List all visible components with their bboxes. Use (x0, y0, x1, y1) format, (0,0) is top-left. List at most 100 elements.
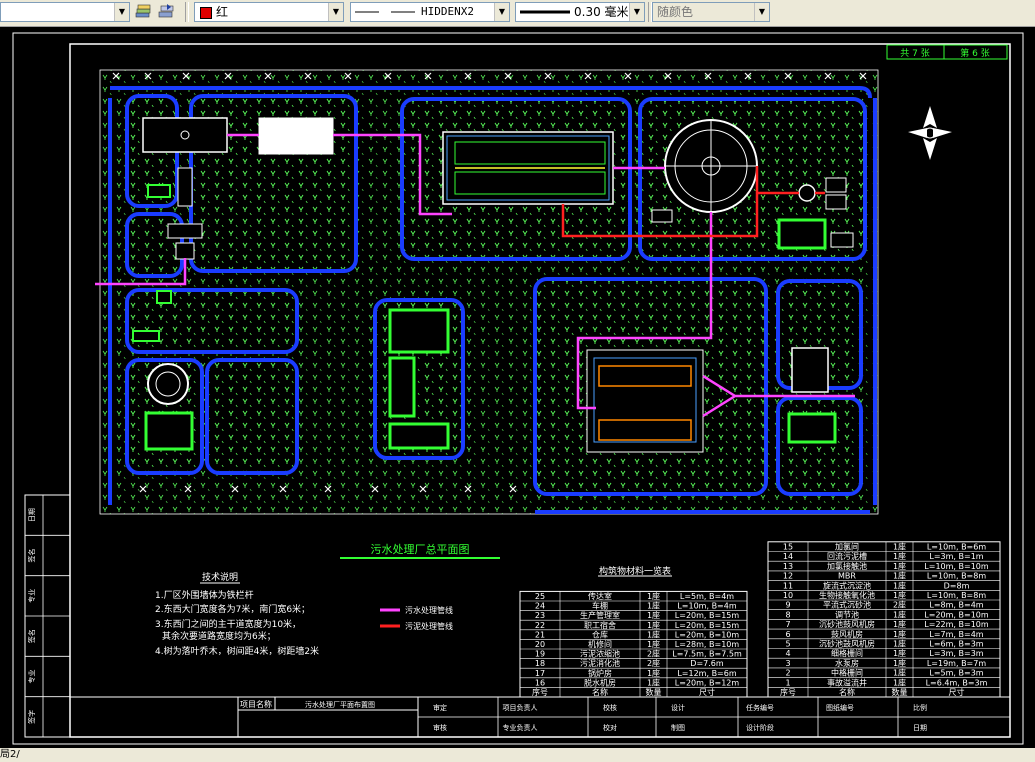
linetype-value: HIDDENX2 (421, 5, 474, 18)
status-text: 局2/ (0, 749, 20, 760)
table-cell: 仓库 (592, 629, 608, 639)
table-header-cell: 数量 (892, 687, 908, 697)
lineweight-sample-icon (520, 10, 570, 14)
table-header-cell: 名称 (592, 687, 608, 697)
table-cell: 职工宿舍 (584, 620, 616, 630)
materials-table-right: 15 加氯间 1座 L=10m, B=6m14 回流污泥槽 1座 L=3m, B=1m13 加… (767, 541, 1001, 698)
sheet-total: 共 7 张 (900, 48, 929, 59)
table-cell: 19 (535, 650, 545, 659)
table-cell: L=10m, B=8m (927, 591, 987, 600)
plotstyle-value: 随颜色 (657, 5, 694, 19)
title-block-cell: 设计 (671, 703, 685, 712)
linetype-sample-icon (355, 11, 415, 13)
color-dropdown[interactable]: 红 ▼ (194, 2, 344, 22)
layer-previous-icon[interactable] (157, 3, 175, 21)
table-cell: 6 (785, 630, 790, 639)
table-header-cell: 序号 (780, 687, 796, 697)
title-block-cell: 专业负责人 (503, 723, 538, 732)
note-line: 2.东西大门宽度各为7米，南门宽6米； (155, 603, 310, 615)
table-cell: 2座 (647, 658, 660, 668)
project-name: 污水处理厂平面布置图 (305, 700, 375, 709)
table-cell: 25 (535, 592, 545, 601)
sheet-number: 第 6 张 (960, 47, 989, 59)
table-cell: 11 (783, 581, 793, 590)
title-block-cell: 图纸编号 (826, 703, 854, 712)
table-cell: D=8m (944, 581, 970, 590)
table-cell: 18 (535, 659, 545, 668)
table-cell: 3 (785, 659, 790, 668)
table-cell: 事故溢流井 (827, 677, 867, 687)
chevron-down-icon[interactable]: ▼ (754, 3, 769, 21)
title-block-cell: 日期 (913, 724, 927, 732)
table-cell: 平流式沉砂池 (823, 600, 871, 610)
table-cell: 生产管理室 (580, 610, 620, 620)
side-strip-label: 签名 (27, 549, 36, 563)
table-cell: 1 (785, 678, 790, 687)
chevron-down-icon[interactable]: ▼ (494, 3, 509, 21)
table-cell: 回流污泥槽 (827, 551, 867, 561)
lineweight-dropdown[interactable]: 0.30 毫米 ▼ (515, 2, 645, 22)
table-header-cell: 尺寸 (699, 687, 715, 697)
table-cell: 23 (535, 611, 545, 620)
table-cell: L=7.5m, B=7.5m (672, 650, 742, 659)
table-cell: L=8m, B=4m (929, 601, 983, 610)
table-cell: 污泥消化池 (580, 658, 620, 668)
table-cell: L=3m, B=3m (929, 649, 983, 658)
table-cell: L=20m, B=15m (675, 621, 740, 630)
table-cell: L=20m, B=12m (675, 678, 740, 687)
table-cell: L=20m, B=10m (924, 610, 989, 619)
side-strip: 日期签名专业签名专业签字 (24, 494, 71, 738)
color-value: 红 (216, 5, 229, 19)
lineweight-value: 0.30 毫米 (574, 5, 629, 19)
table-cell: 24 (535, 602, 545, 611)
table-cell: 12 (783, 572, 793, 581)
table-header-cell: 尺寸 (949, 687, 965, 697)
table-cell: 1座 (647, 677, 660, 687)
table-title: 构筑物材料一览表 (599, 565, 671, 577)
table-cell: 15 (783, 543, 793, 552)
table-header-cell: 名称 (839, 687, 855, 697)
properties-toolbar: ▼ 红 ▼ HIDDENX2 ▼ 0.30 毫米 ▼ 随颜色 ▼ (0, 0, 1035, 27)
table-cell: L=10m, B=10m (924, 562, 989, 571)
table-cell: L=20m, B=10m (675, 630, 740, 639)
title-block-cell: 设计阶段 (746, 723, 774, 732)
table-cell: L=6m, B=3m (929, 640, 983, 649)
table-cell: 1座 (893, 648, 906, 658)
table-cell: 调节池 (835, 609, 859, 619)
table-cell: 1座 (893, 639, 906, 649)
plotstyle-dropdown[interactable]: 随颜色 ▼ (652, 2, 770, 22)
legend-label: 污水处理管线 (405, 605, 453, 615)
table-cell: L=7m, B=4m (929, 630, 983, 639)
notes-title: 技术说明 (202, 571, 238, 583)
table-cell: 加氯间 (835, 542, 859, 552)
table-cell: 1座 (647, 601, 660, 611)
table-cell: 沉砂池鼓风机房 (819, 619, 875, 629)
table-cell: 10 (783, 591, 793, 600)
table-cell: 车棚 (592, 601, 608, 611)
table-cell: 2 (785, 669, 790, 678)
table-cell: 中格栅间 (831, 668, 863, 678)
table-cell: 1座 (893, 658, 906, 668)
note-line: 4.树为落叶乔木，树间距4米，树距墙2米 (155, 645, 319, 657)
layer-stack-icon[interactable] (134, 3, 152, 21)
table-cell: 22 (535, 621, 545, 630)
color-swatch (200, 7, 212, 19)
materials-table-left: 25 传达室 1座 L=5m, B=4m 24 车棚 1座 L=10m, B=4m 23 生产管理… (519, 590, 748, 698)
table-cell: L=28m, B=10m (675, 640, 740, 649)
chevron-down-icon[interactable]: ▼ (328, 3, 343, 21)
table-cell: D=7.6m (690, 659, 724, 668)
table-cell: 水泵房 (835, 658, 859, 668)
table-cell: 1座 (893, 629, 906, 639)
chevron-down-icon[interactable]: ▼ (114, 3, 129, 21)
drawing-canvas[interactable]: 共 7 张 第 6 张 污水处理厂总平面图 技术说明 1.厂区外围墙体为铁栏杆 … (0, 26, 1035, 748)
table-cell: 传达室 (588, 591, 612, 601)
table-cell: L=19m, B=7m (927, 659, 987, 668)
title-block-cell: 校核 (603, 703, 617, 712)
table-cell: 1座 (647, 610, 660, 620)
table-cell: 1座 (893, 609, 906, 619)
chevron-down-icon[interactable]: ▼ (629, 3, 644, 21)
side-strip-label: 签名 (27, 629, 36, 643)
linetype-dropdown[interactable]: HIDDENX2 ▼ (350, 2, 510, 22)
title-block-cell: 审核 (433, 723, 447, 732)
layer-dropdown[interactable]: ▼ (0, 2, 130, 22)
